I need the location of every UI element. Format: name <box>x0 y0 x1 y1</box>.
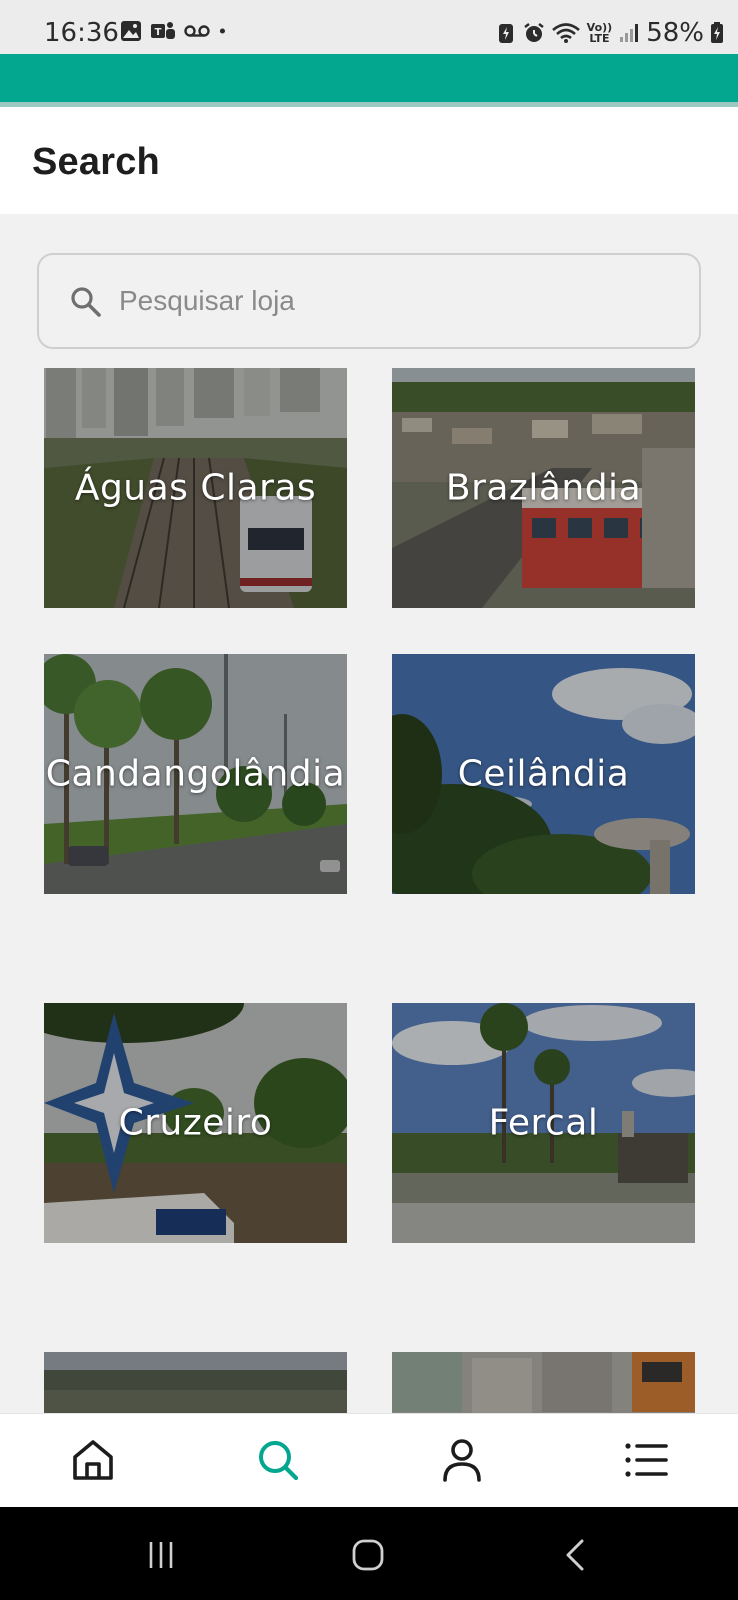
home-icon <box>73 1440 113 1480</box>
store-card-fercal[interactable]: Fercal <box>392 1003 695 1243</box>
home-button[interactable] <box>348 1535 388 1575</box>
battery-charging-icon <box>711 22 723 43</box>
search-input[interactable] <box>119 275 679 327</box>
voicemail-icon <box>184 25 210 37</box>
store-name: Cruzeiro <box>118 1102 273 1144</box>
gallery-icon <box>121 21 141 41</box>
status-bar: 16:36 T Vo)) LTE 58% <box>0 0 738 54</box>
alarm-icon <box>523 23 544 42</box>
page-title: Search <box>32 141 160 183</box>
store-name: Fercal <box>488 1102 599 1144</box>
recent-apps-icon <box>149 1542 173 1568</box>
status-time: 16:36 <box>44 18 119 48</box>
recent-apps-button[interactable] <box>141 1535 181 1575</box>
store-card-candangolandia[interactable]: Candangolândia <box>44 654 347 894</box>
volte-indicator: Vo)) LTE <box>587 22 613 44</box>
list-icon <box>625 1443 668 1477</box>
store-name: Águas Claras <box>74 467 317 509</box>
store-card-brazlandia[interactable]: Brazlândia <box>392 368 695 608</box>
back-button[interactable] <box>556 1535 596 1575</box>
system-status-icons: Vo)) LTE 58% <box>495 18 724 48</box>
notification-icons: T <box>120 20 232 42</box>
store-image-overlay <box>44 1352 347 1413</box>
svg-text:T: T <box>155 27 162 38</box>
store-name: Ceilândia <box>457 753 630 795</box>
nav-home[interactable] <box>69 1436 117 1484</box>
app-top-bar <box>0 54 738 102</box>
battery-percent: 58% <box>646 18 704 48</box>
system-navigation-bar <box>0 1507 738 1600</box>
nav-search[interactable] <box>254 1436 302 1484</box>
store-card-7[interactable] <box>44 1352 347 1413</box>
store-image-overlay <box>392 1352 695 1413</box>
signal-icon <box>620 24 639 42</box>
search-icon <box>259 1441 299 1481</box>
battery-saver-icon <box>498 24 513 43</box>
store-name: Candangolândia <box>45 753 346 795</box>
search-icon <box>71 287 101 317</box>
search-box[interactable] <box>37 253 701 349</box>
bottom-navigation <box>0 1413 738 1507</box>
nav-profile[interactable] <box>438 1436 486 1484</box>
store-name: Brazlândia <box>445 467 642 509</box>
dot-icon <box>219 28 225 34</box>
nav-menu[interactable] <box>622 1436 670 1484</box>
home-circle-icon <box>352 1539 384 1571</box>
wifi-icon <box>551 23 580 43</box>
teams-icon: T <box>151 22 175 39</box>
store-card-aguas-claras[interactable]: Águas Claras <box>44 368 347 608</box>
store-card-cruzeiro[interactable]: Cruzeiro <box>44 1003 347 1243</box>
user-icon <box>443 1439 481 1482</box>
page-header: Search <box>0 107 738 214</box>
lte-label: LTE <box>589 32 610 45</box>
store-grid: Águas Claras Brazlândia Candangolândia C… <box>0 368 738 1413</box>
store-card-ceilandia[interactable]: Ceilândia <box>392 654 695 894</box>
store-card-8[interactable] <box>392 1352 695 1413</box>
back-chevron-icon <box>566 1539 584 1571</box>
